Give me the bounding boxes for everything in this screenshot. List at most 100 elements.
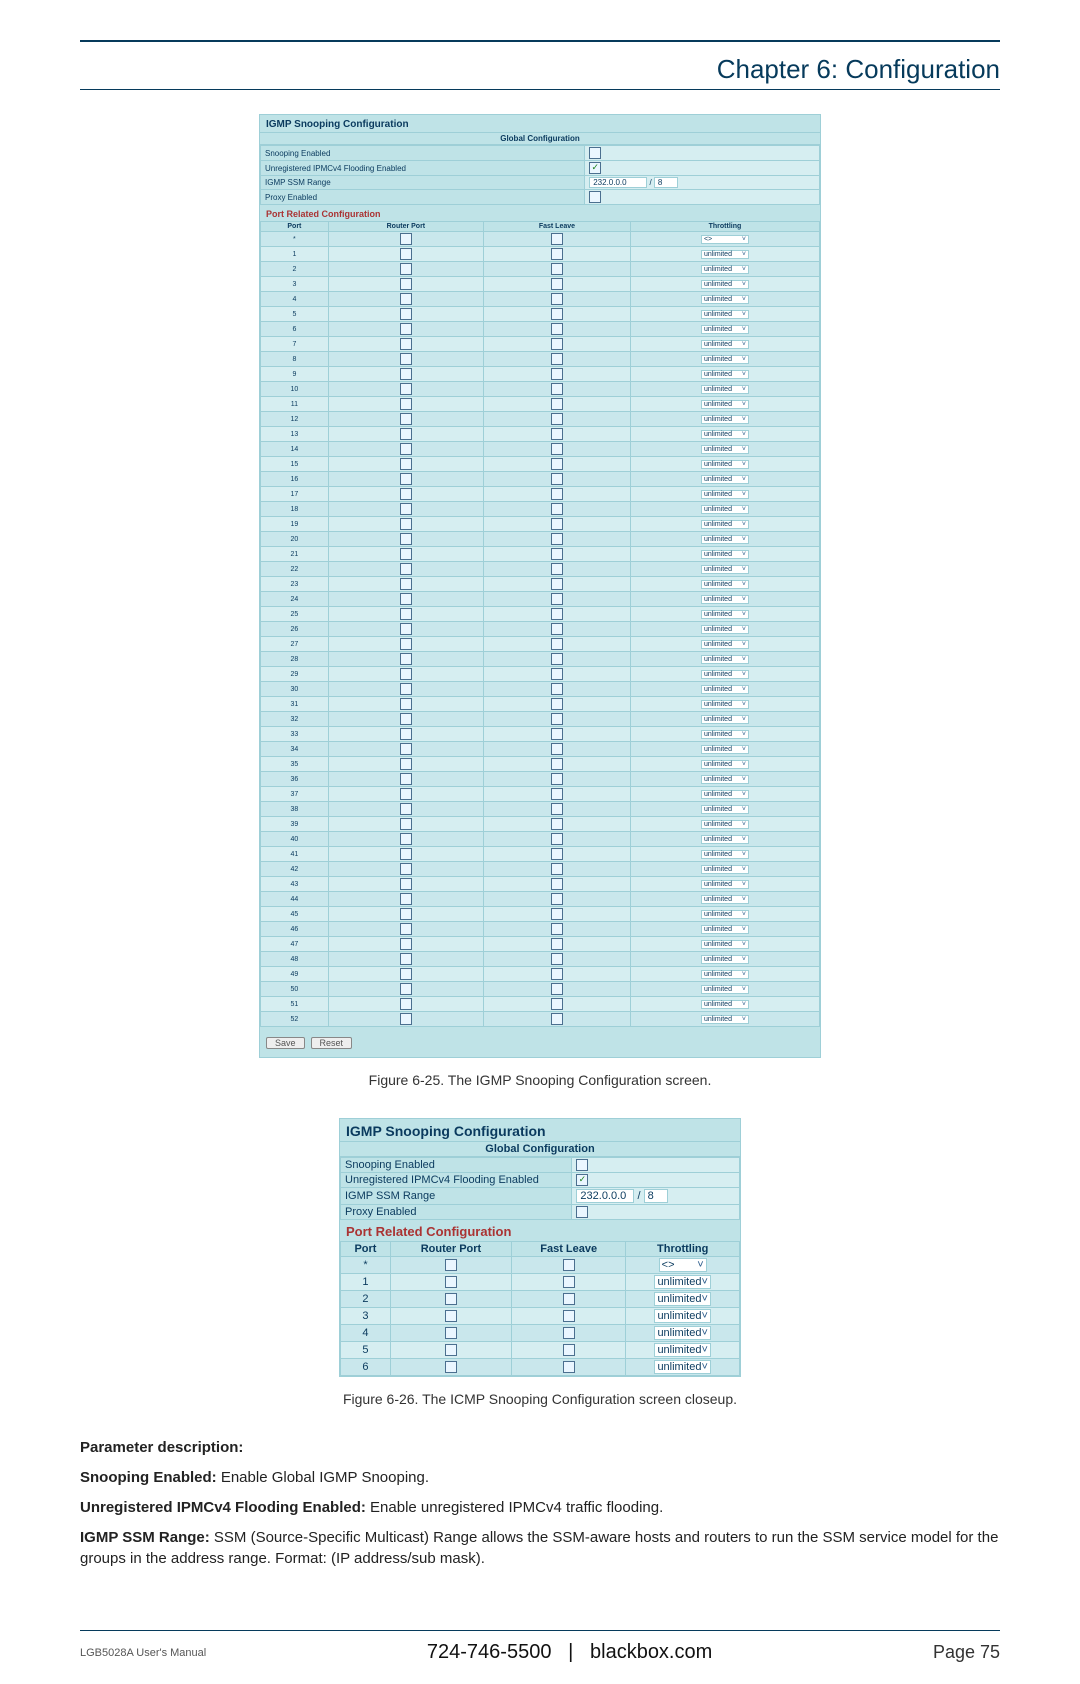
- throttling-select[interactable]: unlimited˅: [701, 385, 749, 394]
- router-port-checkbox[interactable]: [400, 638, 412, 650]
- router-port-checkbox[interactable]: [445, 1344, 457, 1356]
- throttling-select[interactable]: unlimited˅: [701, 940, 749, 949]
- throttling-select[interactable]: unlimited˅: [701, 595, 749, 604]
- router-port-checkbox[interactable]: [400, 863, 412, 875]
- fast-leave-checkbox[interactable]: [551, 263, 563, 275]
- router-port-checkbox[interactable]: [400, 908, 412, 920]
- throttling-select[interactable]: unlimited˅: [701, 925, 749, 934]
- router-port-checkbox[interactable]: [400, 428, 412, 440]
- router-port-checkbox[interactable]: [400, 578, 412, 590]
- throttling-select[interactable]: unlimited˅: [701, 475, 749, 484]
- fast-leave-checkbox[interactable]: [563, 1310, 575, 1322]
- throttling-select[interactable]: unlimited˅: [701, 700, 749, 709]
- throttling-select[interactable]: unlimited˅: [701, 880, 749, 889]
- router-port-checkbox[interactable]: [400, 983, 412, 995]
- fast-leave-checkbox[interactable]: [563, 1344, 575, 1356]
- fast-leave-checkbox[interactable]: [563, 1259, 575, 1271]
- throttling-select[interactable]: unlimited˅: [701, 535, 749, 544]
- throttling-select[interactable]: unlimited˅: [701, 565, 749, 574]
- fast-leave-checkbox[interactable]: [551, 473, 563, 485]
- router-port-checkbox[interactable]: [400, 278, 412, 290]
- router-port-checkbox[interactable]: [400, 518, 412, 530]
- fast-leave-checkbox[interactable]: [551, 578, 563, 590]
- fast-leave-checkbox[interactable]: [551, 818, 563, 830]
- throttling-select[interactable]: unlimited˅: [701, 610, 749, 619]
- fast-leave-checkbox[interactable]: [551, 683, 563, 695]
- throttling-select[interactable]: unlimited˅: [701, 835, 749, 844]
- fast-leave-checkbox[interactable]: [551, 368, 563, 380]
- fast-leave-checkbox[interactable]: [551, 983, 563, 995]
- fast-leave-checkbox[interactable]: [551, 803, 563, 815]
- router-port-checkbox[interactable]: [400, 293, 412, 305]
- fast-leave-checkbox[interactable]: [551, 383, 563, 395]
- throttling-select[interactable]: unlimited˅: [701, 295, 749, 304]
- throttling-select[interactable]: unlimited˅: [701, 640, 749, 649]
- router-port-checkbox[interactable]: [400, 353, 412, 365]
- throttling-select[interactable]: unlimited˅: [701, 490, 749, 499]
- checkbox[interactable]: [589, 191, 601, 203]
- throttling-select[interactable]: unlimited˅: [701, 625, 749, 634]
- fast-leave-checkbox[interactable]: [551, 338, 563, 350]
- fast-leave-checkbox[interactable]: [551, 713, 563, 725]
- throttling-select[interactable]: unlimited˅: [701, 340, 749, 349]
- router-port-checkbox[interactable]: [400, 548, 412, 560]
- fast-leave-checkbox[interactable]: [551, 863, 563, 875]
- router-port-checkbox[interactable]: [400, 623, 412, 635]
- fast-leave-checkbox[interactable]: [563, 1293, 575, 1305]
- fast-leave-checkbox[interactable]: [551, 428, 563, 440]
- router-port-checkbox[interactable]: [400, 533, 412, 545]
- fast-leave-checkbox[interactable]: [551, 353, 563, 365]
- router-port-checkbox[interactable]: [400, 773, 412, 785]
- throttling-select[interactable]: unlimited˅: [701, 790, 749, 799]
- throttling-select[interactable]: unlimited˅: [701, 655, 749, 664]
- throttling-select[interactable]: unlimited˅: [701, 715, 749, 724]
- throttling-select[interactable]: unlimited˅: [654, 1360, 710, 1374]
- router-port-checkbox[interactable]: [445, 1293, 457, 1305]
- checkbox[interactable]: [589, 162, 601, 174]
- fast-leave-checkbox[interactable]: [551, 518, 563, 530]
- router-port-checkbox[interactable]: [400, 743, 412, 755]
- throttling-select[interactable]: unlimited˅: [701, 505, 749, 514]
- throttling-select[interactable]: unlimited˅: [701, 280, 749, 289]
- fast-leave-checkbox[interactable]: [551, 638, 563, 650]
- ssm-ip-input[interactable]: 232.0.0.0: [576, 1189, 634, 1203]
- fast-leave-checkbox[interactable]: [551, 728, 563, 740]
- throttling-select[interactable]: unlimited˅: [701, 445, 749, 454]
- router-port-checkbox[interactable]: [400, 683, 412, 695]
- throttling-select[interactable]: unlimited˅: [701, 745, 749, 754]
- reset-button[interactable]: Reset: [311, 1037, 353, 1049]
- throttling-select[interactable]: unlimited˅: [701, 805, 749, 814]
- throttling-select[interactable]: unlimited˅: [701, 400, 749, 409]
- router-port-checkbox[interactable]: [400, 248, 412, 260]
- fast-leave-checkbox[interactable]: [551, 923, 563, 935]
- router-port-checkbox[interactable]: [400, 608, 412, 620]
- fast-leave-checkbox[interactable]: [551, 458, 563, 470]
- fast-leave-checkbox[interactable]: [551, 893, 563, 905]
- router-port-checkbox[interactable]: [400, 788, 412, 800]
- router-port-checkbox[interactable]: [400, 953, 412, 965]
- fast-leave-checkbox[interactable]: [551, 743, 563, 755]
- throttling-select[interactable]: unlimited˅: [701, 1015, 749, 1024]
- throttling-select[interactable]: <>˅: [701, 235, 749, 244]
- fast-leave-checkbox[interactable]: [551, 233, 563, 245]
- router-port-checkbox[interactable]: [400, 923, 412, 935]
- router-port-checkbox[interactable]: [400, 938, 412, 950]
- router-port-checkbox[interactable]: [400, 878, 412, 890]
- router-port-checkbox[interactable]: [445, 1361, 457, 1373]
- fast-leave-checkbox[interactable]: [551, 788, 563, 800]
- router-port-checkbox[interactable]: [400, 593, 412, 605]
- fast-leave-checkbox[interactable]: [551, 308, 563, 320]
- throttling-select[interactable]: unlimited˅: [701, 460, 749, 469]
- router-port-checkbox[interactable]: [400, 503, 412, 515]
- fast-leave-checkbox[interactable]: [551, 548, 563, 560]
- throttling-select[interactable]: unlimited˅: [701, 520, 749, 529]
- fast-leave-checkbox[interactable]: [551, 653, 563, 665]
- router-port-checkbox[interactable]: [445, 1259, 457, 1271]
- fast-leave-checkbox[interactable]: [551, 608, 563, 620]
- throttling-select[interactable]: unlimited˅: [701, 910, 749, 919]
- throttling-select[interactable]: unlimited˅: [654, 1275, 710, 1289]
- throttling-select[interactable]: unlimited˅: [701, 775, 749, 784]
- fast-leave-checkbox[interactable]: [551, 593, 563, 605]
- fast-leave-checkbox[interactable]: [551, 623, 563, 635]
- throttling-select[interactable]: unlimited˅: [701, 730, 749, 739]
